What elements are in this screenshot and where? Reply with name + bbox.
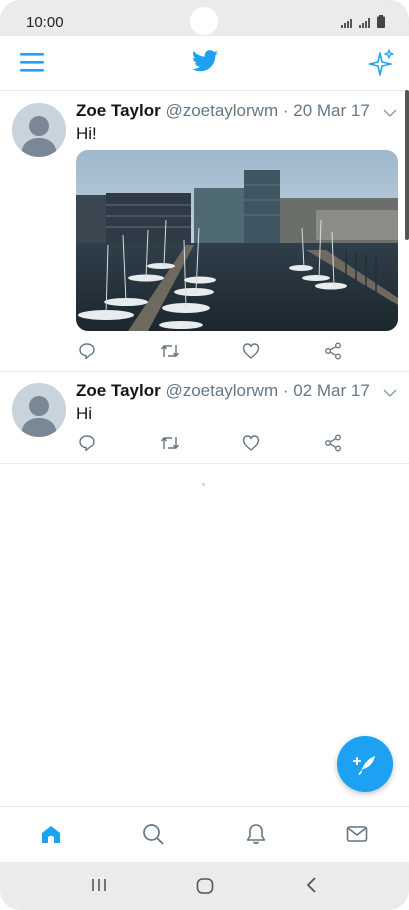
reply-icon[interactable] [78, 434, 96, 452]
battery-icon [377, 15, 385, 28]
compose-tweet-button[interactable] [337, 736, 393, 792]
default-profile-icon [12, 383, 66, 437]
tweet-card[interactable]: Zoe Taylor @zoetaylorwm · 20 Mar 17 Hi! [0, 91, 409, 372]
home-button-icon[interactable] [195, 876, 215, 896]
chevron-down-icon[interactable] [383, 389, 397, 397]
sparkle-icon[interactable] [369, 49, 395, 77]
tweet-date: · 02 Mar 17 [282, 381, 370, 400]
loading-dot [202, 483, 205, 486]
share-icon[interactable] [324, 434, 342, 452]
retweet-icon[interactable] [160, 434, 180, 452]
tweet-header: Zoe Taylor @zoetaylorwm · 02 Mar 17 [76, 381, 370, 401]
scrollbar[interactable] [405, 90, 409, 240]
avatar[interactable] [12, 383, 66, 437]
tweet-text: Hi [76, 404, 93, 423]
tweet-author-name[interactable]: Zoe Taylor [76, 381, 161, 400]
recent-apps-icon[interactable] [90, 876, 108, 894]
tweet-author-handle: @zoetaylorwm [165, 381, 279, 400]
like-icon[interactable] [242, 342, 260, 360]
chevron-down-icon[interactable] [383, 109, 397, 117]
wifi-signal-icon [341, 19, 352, 28]
status-icons [341, 15, 385, 28]
tweet-author-handle: @zoetaylorwm [165, 101, 279, 120]
like-icon[interactable] [242, 434, 260, 452]
system-navigation-bar [0, 862, 409, 910]
default-profile-icon [12, 103, 66, 157]
reply-icon[interactable] [78, 342, 96, 360]
camera-cutout [190, 7, 218, 35]
tweet-date: · 20 Mar 17 [282, 101, 370, 120]
bottom-navigation [0, 806, 409, 862]
messages-icon[interactable] [346, 823, 368, 845]
tweet-card[interactable]: Zoe Taylor @zoetaylorwm · 02 Mar 17 Hi [0, 372, 409, 464]
menu-icon[interactable] [20, 51, 44, 73]
tweet-header: Zoe Taylor @zoetaylorwm · 20 Mar 17 [76, 101, 370, 121]
tweet-actions [76, 434, 366, 454]
tweet-author-name[interactable]: Zoe Taylor [76, 101, 161, 120]
cell-signal-icon [359, 18, 370, 28]
status-time: 10:00 [26, 14, 64, 31]
share-icon[interactable] [324, 342, 342, 360]
twitter-bird-icon[interactable] [192, 50, 218, 72]
retweet-icon[interactable] [160, 342, 180, 360]
home-icon[interactable] [40, 823, 62, 845]
harbor-photo [76, 150, 398, 331]
top-app-bar [0, 36, 409, 91]
avatar[interactable] [12, 103, 66, 157]
notifications-icon[interactable] [245, 823, 267, 845]
status-bar: 10:00 [0, 0, 409, 36]
tweet-media-image[interactable] [76, 150, 398, 331]
search-icon[interactable] [142, 823, 164, 845]
back-icon[interactable] [304, 876, 320, 894]
tweet-text: Hi! [76, 124, 97, 143]
tweet-actions [76, 342, 366, 362]
compose-feather-icon [353, 756, 375, 775]
